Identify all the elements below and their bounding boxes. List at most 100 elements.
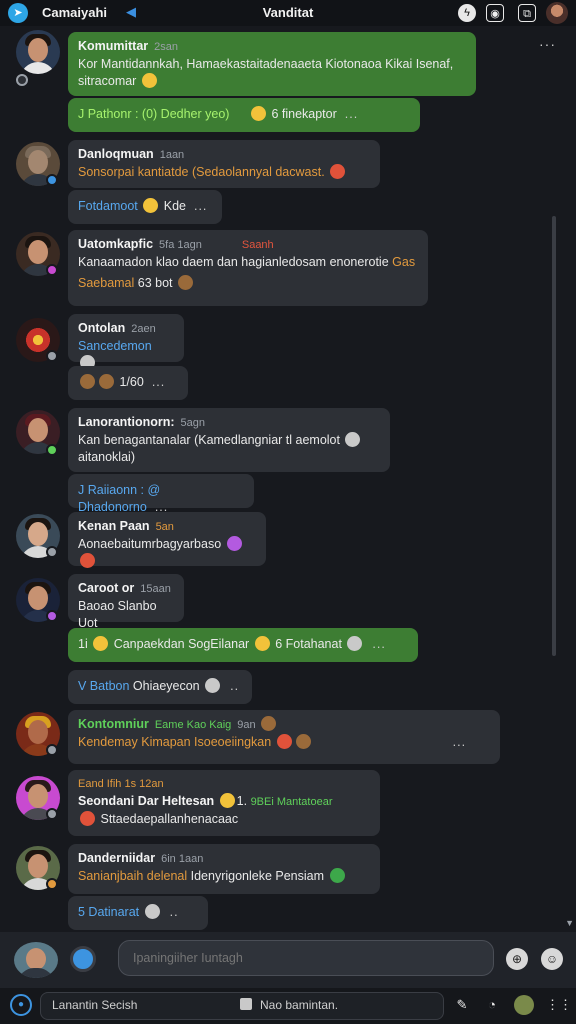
timestamp: 2san: [154, 41, 179, 53]
reply-bubble[interactable]: 1/60...: [68, 366, 188, 400]
my-avatar[interactable]: [14, 942, 58, 978]
heart-eyes-emoji-icon: [80, 811, 95, 826]
status-badge: [46, 878, 58, 890]
menu-icon[interactable]: ⋮⋮: [546, 995, 572, 1015]
sender-name: Danloqmuan: [78, 147, 154, 161]
message-tag-2: Gas: [392, 255, 416, 269]
pen-icon[interactable]: ✎: [452, 995, 472, 1015]
message-text: Kan benagantanalar (Kamedlangniar tl aem…: [78, 433, 340, 447]
more-options-icon[interactable]: ···: [539, 36, 556, 52]
crown-emoji-icon: [219, 793, 235, 808]
reply-extra: Ohiaeyecon: [132, 679, 200, 693]
reply-bubble[interactable]: 5 Datinarat ..: [68, 896, 208, 930]
message-subtext: Baoao Slanbo Uot: [78, 599, 157, 630]
angry-emoji-icon: [330, 164, 346, 179]
reply-text: J Raiiaonn : @ Dhadonorno: [78, 483, 161, 514]
lightning-icon[interactable]: ϟ: [458, 4, 476, 22]
document-label: Nao bamintan.: [260, 998, 339, 1012]
reply-bubble[interactable]: V Batbon Ohiaeyecon ..: [68, 670, 252, 704]
message-subtext: Aonaebaitumrbagyarbaso: [78, 537, 222, 551]
telegram-icon[interactable]: ➤: [8, 3, 28, 23]
message-bubble[interactable]: Caroot or 15aan Baoao Slanbo Uot: [68, 574, 184, 630]
expand-icon[interactable]: ⧉: [518, 4, 536, 22]
message-feed[interactable]: ··· Komumittar 2san Kor Mantidannkah, Ham…: [0, 26, 566, 932]
reply-extra: 6 finekaptor: [271, 107, 337, 121]
document-icon[interactable]: [240, 998, 252, 1010]
message-subtext-2: Idenyrigonleke Pensiam: [190, 869, 325, 883]
emoji-icon[interactable]: ☺: [541, 948, 563, 970]
timestamp: 1aan: [159, 149, 185, 161]
message-tag: 1.: [236, 794, 248, 808]
search-text: Lanantin Secish: [52, 998, 138, 1012]
reply-text: 1/60: [119, 375, 144, 389]
timestamp: 5agn: [180, 417, 205, 429]
smile-emoji-icon: [141, 73, 157, 88]
reply-text: Canpaekdan SogEilanar: [113, 637, 250, 651]
flag-emoji-icon: [295, 734, 311, 749]
plant-emoji-icon: [329, 868, 345, 883]
user-avatar-icon[interactable]: [514, 995, 534, 1015]
message-bubble[interactable]: Komumittar 2san Kor Mantidannkah, Hamaeka…: [68, 32, 476, 96]
scroll-down-icon[interactable]: ▼: [565, 918, 574, 928]
message-text: Sonsorpai kantiatde (Sedaolannyal dacwas…: [78, 165, 325, 179]
sender-name: Uatomkapfic: [78, 237, 154, 251]
fire-emoji-icon: [276, 734, 292, 749]
timestamp: Eand Ifih 1s 12an: [78, 778, 164, 790]
message-bubble[interactable]: Danloqmuan 1aan Sonsorpai kantiatde (Seda…: [68, 140, 380, 188]
message-subtext: Sanianjbaih delenal: [78, 869, 188, 883]
camera-icon[interactable]: ●: [10, 994, 32, 1016]
status-badge: [46, 264, 58, 276]
hands-emoji-icon: [254, 636, 270, 651]
tools-emoji-icon: [178, 275, 194, 290]
message-tag: 9an: [237, 719, 256, 731]
sender-name: Komumittar: [78, 39, 149, 53]
avatar[interactable]: [16, 30, 60, 74]
message-bubble[interactable]: Uatomkapfic 5fa 1agn Saanh Kanaamadon klao…: [68, 230, 428, 306]
message-bubble[interactable]: Ontolan 2aen Sancedemon: [68, 314, 184, 370]
heart-eyes-emoji-icon: [80, 553, 95, 568]
message-bubble[interactable]: Eand Ifih 1s 12an Seondani Dar Heltesan …: [68, 770, 380, 836]
back-arrow-icon[interactable]: ◀: [126, 4, 136, 20]
timestamp: Eame Kao Kaig: [154, 719, 232, 731]
flag-emoji-icon: [99, 374, 114, 389]
timer-icon[interactable]: ◔: [482, 995, 502, 1015]
sender-name: Kenan Paan: [78, 519, 150, 533]
status-badge: [46, 744, 58, 756]
reply-bubble[interactable]: Fotdamoot Kde...: [68, 190, 222, 224]
message-bubble[interactable]: Kenan Paan 5an Aonaebaitumrbagyarbaso: [68, 512, 266, 568]
reply-extra: Kde: [163, 199, 186, 213]
sender-name: Caroot or: [78, 581, 135, 595]
message-input[interactable]: [118, 940, 494, 976]
message-bubble[interactable]: Danderniidar 6in 1aan Sanianjbaih delenal…: [68, 844, 380, 894]
reply-bubble[interactable]: J Raiiaonn : @ Dhadonorno...: [68, 474, 254, 514]
reply-lead: 1i: [78, 637, 88, 651]
reply-extra: 6 Fotahanat: [275, 637, 342, 651]
sender-name: Seondani Dar Heltesan: [78, 794, 215, 808]
laugh-emoji-icon: [250, 106, 266, 121]
attach-icon[interactable]: ⊕: [506, 948, 528, 970]
message-bubble[interactable]: Kontomniur Eame Kao Kaig 9an Kendemay Kima…: [68, 710, 500, 764]
scrollbar-thumb[interactable]: [552, 216, 556, 656]
status-badge: [46, 350, 58, 362]
reply-text: V Batbon: [78, 679, 130, 693]
reply-text: 5 Datinarat: [78, 905, 140, 919]
message-subtext: Saebamal: [78, 276, 135, 290]
reply-text: J Pathonr : (0) Dedher yeo): [78, 107, 230, 121]
timestamp: 6in 1aan: [161, 853, 204, 865]
reply-bubble[interactable]: J Pathonr : (0) Dedher yeo) 6 finekaptor…: [68, 98, 420, 132]
neutral-emoji-icon: [347, 636, 363, 651]
timestamp: 5an: [155, 521, 174, 533]
message-bubble[interactable]: Lanorantionorn: 5agn Kan benagantanalar (…: [68, 408, 390, 472]
fire-emoji-icon: [80, 374, 95, 389]
reply-bubble[interactable]: 1i Canpaekdan SogEilanar 6 Fotahanat ...: [68, 628, 418, 662]
message-tag: Saanh: [241, 239, 274, 251]
purple-emoji-icon: [226, 536, 242, 551]
record-icon[interactable]: ◉: [486, 4, 504, 22]
grin-emoji-icon: [143, 198, 159, 213]
status-badge: [46, 610, 58, 622]
message-tag-2: 9BEi Mantatoear: [250, 796, 333, 808]
chat-bubble-icon[interactable]: [70, 946, 96, 972]
face-emoji-icon: [205, 678, 221, 693]
message-subtext: Kendemay Kimapan Isoeoeiingkan: [78, 735, 272, 749]
profile-avatar[interactable]: [546, 2, 568, 24]
